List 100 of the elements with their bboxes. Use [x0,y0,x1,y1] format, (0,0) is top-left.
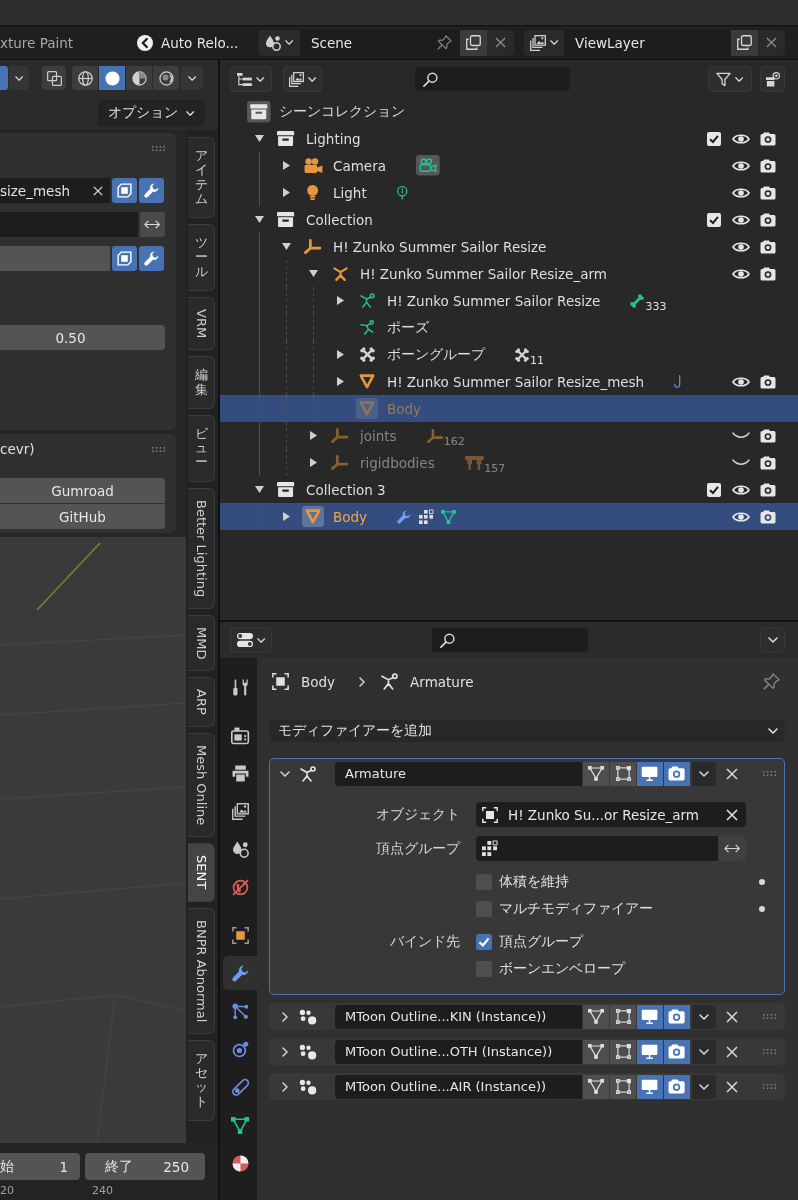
render-toggle[interactable] [664,1004,690,1029]
sidebar-tab[interactable]: Mesh Online [188,733,215,838]
sidebar-tab[interactable]: 編集 [188,356,215,409]
expand-arrow-icon[interactable] [308,270,318,277]
expand-arrow-icon[interactable] [309,431,317,440]
closed-eye-icon[interactable] [731,459,750,466]
eye-icon[interactable] [731,159,750,172]
grip-icon[interactable] [152,446,165,452]
modifier-name-field[interactable]: Armature [335,761,582,786]
grip-icon[interactable] [763,1014,776,1019]
eye-icon[interactable] [731,267,750,280]
tree-row[interactable]: Lighting [220,125,798,152]
dropdown-button[interactable] [692,761,716,786]
shape-toggle[interactable] [112,178,137,203]
sidebar-tab[interactable]: BNPR Abnormal [188,907,215,1034]
camera-icon[interactable] [759,239,776,254]
viewport-toggle[interactable] [637,1039,663,1064]
pin-icon[interactable] [763,673,780,690]
input-field[interactable] [0,246,110,271]
shading-button[interactable] [126,66,152,90]
wrench-icon[interactable] [397,509,412,524]
filter-button[interactable] [708,66,752,92]
close-icon[interactable] [93,185,103,196]
tree-row[interactable]: Collection [220,206,798,233]
dropdown-button[interactable] [181,66,203,90]
viewport-toggle[interactable] [637,761,663,786]
expand-arrow-icon[interactable] [309,458,317,467]
camera-icon[interactable] [759,374,776,389]
expand-arrow-icon[interactable] [282,512,290,521]
invert-button[interactable] [719,836,746,861]
cage-toggle[interactable] [610,1004,636,1029]
dropdown-button[interactable] [692,1039,716,1064]
shading-button[interactable] [72,66,98,90]
view-layer-button[interactable] [283,66,322,92]
sidebar-tab[interactable]: SENT [188,843,215,902]
expand-arrow-icon[interactable] [336,296,344,305]
expand-arrow-icon[interactable] [282,161,290,170]
eye-icon[interactable] [731,132,750,145]
expand-arrow-icon[interactable] [254,486,264,493]
modifier-toggle[interactable] [139,178,164,203]
dropdown-button[interactable] [692,1074,716,1099]
link-button[interactable]: GitHub [0,504,165,529]
sidebar-tab[interactable]: MMD [188,614,215,672]
bone-icon[interactable] [630,293,645,308]
modifier-toggle[interactable] [139,246,164,271]
grip-icon[interactable] [763,771,776,776]
keyframe-dot-icon[interactable] [759,879,765,885]
workspace-tab[interactable]: xture Paint [0,34,137,51]
eye-icon[interactable] [731,483,750,496]
camera-icon[interactable] [759,131,776,146]
scene-name-field[interactable]: Scene [300,29,460,56]
camera-icon[interactable] [759,509,776,524]
editor-type-button[interactable] [230,627,272,653]
start-frame-field[interactable]: 始 1 [0,1153,80,1180]
expand-arrow-icon[interactable] [254,216,264,223]
tree-row[interactable]: Body [220,503,798,530]
grip-icon[interactable] [152,145,165,151]
eye-icon[interactable] [731,240,750,253]
sidebar-tab[interactable]: アイテム [188,137,215,219]
cage-toggle[interactable] [610,1039,636,1064]
display-mode-button[interactable] [230,66,272,92]
add-modifier-dropdown[interactable]: モディファイアーを追加 [269,719,785,743]
new-collection-button[interactable] [760,66,785,92]
chevron-right-icon[interactable] [282,1011,288,1022]
close-icon[interactable] [726,808,738,821]
xray-toggle[interactable] [42,66,66,90]
checkbox[interactable] [706,212,721,227]
camera-icon[interactable] [759,185,776,200]
options-button[interactable] [760,627,785,653]
render-toggle[interactable] [664,1074,690,1099]
chevron-right-icon[interactable] [282,1081,288,1092]
cage-toggle[interactable] [610,1074,636,1099]
object-field[interactable]: H! Zunko Su...or Resize_arm [476,802,746,827]
edit-mode-toggle[interactable] [583,761,609,786]
crossed-bones-icon[interactable] [515,347,529,362]
dropdown-button[interactable] [692,1004,716,1029]
duplicate-button[interactable] [460,29,487,56]
hook-icon[interactable] [674,374,683,389]
camera-icon[interactable] [759,266,776,281]
vertex-grid-icon[interactable] [419,509,434,524]
viewport-toggle[interactable] [637,1074,663,1099]
link-button[interactable]: Gumroad [0,478,165,503]
expand-arrow-icon[interactable] [336,350,344,359]
render-toggle[interactable] [664,761,690,786]
movie-camera-icon[interactable] [416,155,440,176]
shading-button[interactable] [99,66,125,90]
camera-icon[interactable] [759,428,776,443]
auto-reload-button[interactable]: Auto Relo... [137,34,251,51]
camera-icon[interactable] [759,482,776,497]
pin-icon[interactable] [437,35,452,50]
dropdown-button[interactable] [9,66,29,90]
camera-icon[interactable] [759,455,776,470]
expand-arrow-icon[interactable] [336,377,344,386]
search-field[interactable] [415,67,570,91]
light-bulb-icon[interactable] [396,185,408,200]
sidebar-tab[interactable]: アセット [188,1039,215,1122]
sidebar-tab[interactable]: ツール [188,224,215,292]
invert-button[interactable] [140,212,165,237]
duplicate-button[interactable] [731,29,758,56]
chevron-down-icon[interactable] [280,770,290,777]
